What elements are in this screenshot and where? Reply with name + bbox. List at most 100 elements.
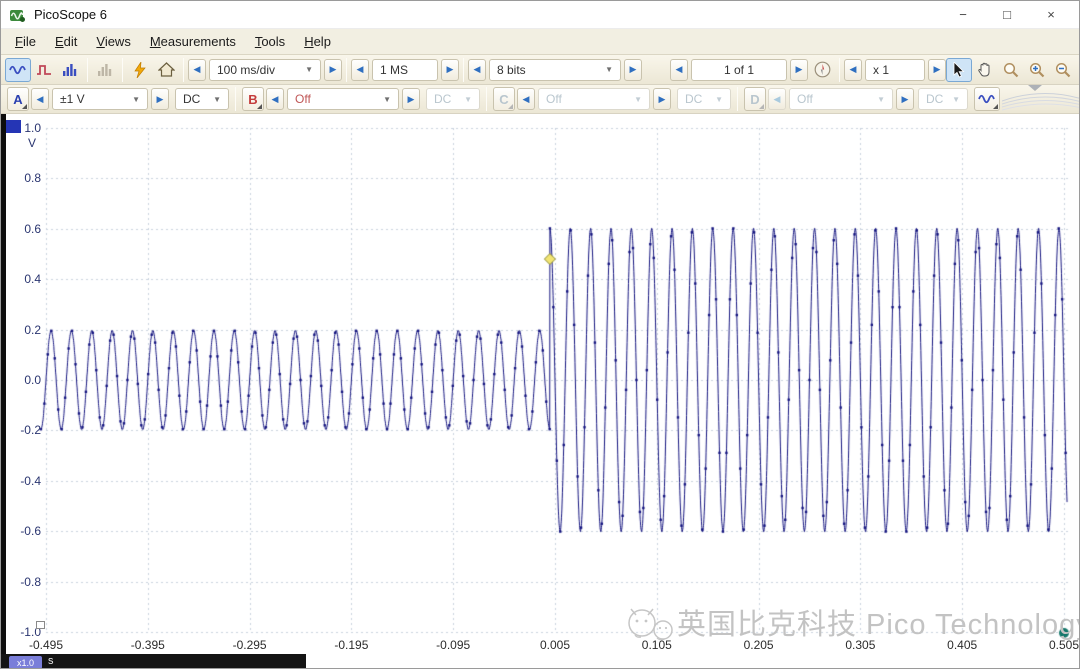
zoom-in-button[interactable] bbox=[1024, 58, 1050, 82]
channel-a-range-next-button[interactable]: ▶ bbox=[151, 88, 169, 110]
resolution-prev-button[interactable]: ◀ bbox=[468, 59, 486, 81]
resolution-control: ◀ 8 bits ▼ ▶ bbox=[468, 59, 642, 81]
undo-zoom-button bbox=[1076, 58, 1079, 82]
separator bbox=[839, 58, 840, 82]
scope-view-button[interactable] bbox=[5, 58, 31, 82]
channel-b-range-control: ◀ Off ▼ ▶ bbox=[266, 88, 420, 110]
menu-bar: File Edit Views Measurements Tools Help bbox=[1, 29, 1079, 55]
timebase-next-button[interactable]: ▶ bbox=[324, 59, 342, 81]
menu-item-views[interactable]: Views bbox=[96, 34, 130, 49]
y-tick-label: -0.2 bbox=[1, 422, 41, 438]
chevron-down-icon: ▼ bbox=[297, 65, 313, 74]
zoom-in-icon bbox=[1029, 62, 1045, 78]
channel-b-range-prev-button[interactable]: ◀ bbox=[266, 88, 284, 110]
menu-item-measurements[interactable]: Measurements bbox=[150, 34, 236, 49]
math-channels-button[interactable] bbox=[974, 87, 1000, 111]
normal-selection-button[interactable] bbox=[946, 58, 972, 82]
picoscope-window: PicoScope 6 − □ × File Edit Views Measureme… bbox=[0, 0, 1080, 669]
title-bar: PicoScope 6 − □ × bbox=[1, 1, 1079, 29]
buffer-overview-button[interactable] bbox=[809, 58, 835, 82]
hand-pan-button[interactable] bbox=[972, 58, 998, 82]
zoom-next-button[interactable]: ▶ bbox=[928, 59, 946, 81]
resolution-next-button[interactable]: ▶ bbox=[624, 59, 642, 81]
channel-d-coupling-value: DC bbox=[926, 92, 943, 106]
x-tick-label: 0.505 bbox=[1032, 638, 1080, 652]
spectrum-bars-gray-icon bbox=[97, 63, 113, 77]
auto-setup-button[interactable] bbox=[127, 58, 153, 82]
cursor-arrow-icon bbox=[953, 62, 965, 78]
x-axis-unit: s bbox=[48, 655, 54, 667]
separator bbox=[463, 58, 464, 82]
zoom-out-button[interactable] bbox=[1050, 58, 1076, 82]
channel-c-range-next-button[interactable]: ▶ bbox=[653, 88, 671, 110]
resolution-select[interactable]: 8 bits ▼ bbox=[489, 59, 621, 81]
channel-a-range-prev-button[interactable]: ◀ bbox=[31, 88, 49, 110]
channel-d-button[interactable]: D bbox=[744, 87, 766, 111]
pico-logo-area: Technology bbox=[1002, 85, 1079, 114]
x-tick-label: -0.195 bbox=[319, 638, 383, 652]
y-axis-offset-handle[interactable] bbox=[36, 621, 45, 629]
buffer-prev-button[interactable]: ◀ bbox=[670, 59, 688, 81]
chevron-down-icon: ▼ bbox=[944, 95, 960, 104]
persistence-view-button[interactable] bbox=[31, 58, 57, 82]
samples-next-button[interactable]: ▶ bbox=[441, 59, 459, 81]
resolution-value: 8 bits bbox=[497, 63, 526, 77]
chevron-down-icon: ▼ bbox=[626, 95, 642, 104]
timebase-control: ◀ 100 ms/div ▼ ▶ bbox=[188, 59, 342, 81]
x-tick-label: -0.295 bbox=[218, 638, 282, 652]
menu-item-file[interactable]: File bbox=[15, 34, 36, 49]
main-toolbar: ◀ 100 ms/div ▼ ▶ ◀ 1 MS ▶ ◀ 8 bits ▼ ▶ ◀ bbox=[1, 55, 1079, 85]
timebase-select[interactable]: 100 ms/div ▼ bbox=[209, 59, 321, 81]
maximize-button[interactable]: □ bbox=[985, 2, 1029, 28]
home-button[interactable] bbox=[153, 58, 179, 82]
y-tick-label: -0.8 bbox=[1, 574, 41, 590]
minimize-button[interactable]: − bbox=[941, 2, 985, 28]
menu-item-edit[interactable]: Edit bbox=[55, 34, 77, 49]
channel-a-coupling-value: DC bbox=[183, 92, 200, 106]
channel-b-range-select[interactable]: Off ▼ bbox=[287, 88, 399, 110]
menu-item-help[interactable]: Help bbox=[304, 34, 331, 49]
buffer-navigation: ◀ 1 of 1 ▶ bbox=[670, 58, 835, 82]
channel-a-axis-handle[interactable] bbox=[6, 120, 21, 133]
y-axis-unit: V bbox=[1, 136, 41, 150]
spectrum-bars-icon bbox=[62, 63, 78, 77]
zoom-factor-badge[interactable]: x1.0 bbox=[9, 656, 42, 669]
channel-c-range-value: Off bbox=[546, 92, 562, 106]
home-icon bbox=[158, 62, 175, 77]
timebase-prev-button[interactable]: ◀ bbox=[188, 59, 206, 81]
channel-c-button[interactable]: C bbox=[493, 87, 515, 111]
samples-control: ◀ 1 MS ▶ bbox=[351, 59, 459, 81]
samples-input[interactable]: 1 MS bbox=[372, 59, 438, 81]
channel-b-range-next-button[interactable]: ▶ bbox=[402, 88, 420, 110]
channel-d-range-next-button[interactable]: ▶ bbox=[896, 88, 914, 110]
channels-toolbar: A ◀ ±1 V ▼ ▶ DC ▼ B ◀ Off ▼ ▶ DC ▼ bbox=[1, 85, 1079, 114]
chevron-down-icon: ▼ bbox=[707, 95, 723, 104]
separator bbox=[87, 58, 88, 82]
channel-d-range-prev-button[interactable]: ◀ bbox=[768, 88, 786, 110]
chevron-down-icon: ▼ bbox=[597, 65, 613, 74]
waveform-canvas[interactable] bbox=[1, 114, 1080, 669]
samples-prev-button[interactable]: ◀ bbox=[351, 59, 369, 81]
chevron-down-icon: ▼ bbox=[375, 95, 391, 104]
zoom-window-button[interactable] bbox=[998, 58, 1024, 82]
spectrum-view-button[interactable] bbox=[57, 58, 83, 82]
channel-a-button[interactable]: A bbox=[7, 87, 29, 111]
scope-view: 1.00.80.60.40.20.0-0.2-0.4-0.6-0.8-1.0-0… bbox=[1, 114, 1079, 669]
close-button[interactable]: × bbox=[1029, 2, 1073, 28]
y-tick-label: 0.2 bbox=[1, 322, 41, 338]
channel-a-coupling-select[interactable]: DC ▼ bbox=[175, 88, 229, 110]
watermark-text: 英国比克科技 Pico Technology bbox=[677, 601, 1080, 643]
channel-b-button[interactable]: B bbox=[242, 87, 264, 111]
zoom-prev-button[interactable]: ◀ bbox=[844, 59, 862, 81]
bottom-overview-band bbox=[1, 654, 306, 669]
x-tick-label: -0.095 bbox=[421, 638, 485, 652]
x-tick-label: -0.495 bbox=[14, 638, 78, 652]
x-tick-label: 0.105 bbox=[625, 638, 689, 652]
compass-icon bbox=[814, 61, 831, 78]
menu-item-tools[interactable]: Tools bbox=[255, 34, 285, 49]
buffer-next-button[interactable]: ▶ bbox=[790, 59, 808, 81]
window-title: PicoScope 6 bbox=[34, 7, 107, 22]
y-tick-label: -0.6 bbox=[1, 523, 41, 539]
channel-c-range-prev-button[interactable]: ◀ bbox=[517, 88, 535, 110]
channel-a-range-select[interactable]: ±1 V ▼ bbox=[52, 88, 148, 110]
